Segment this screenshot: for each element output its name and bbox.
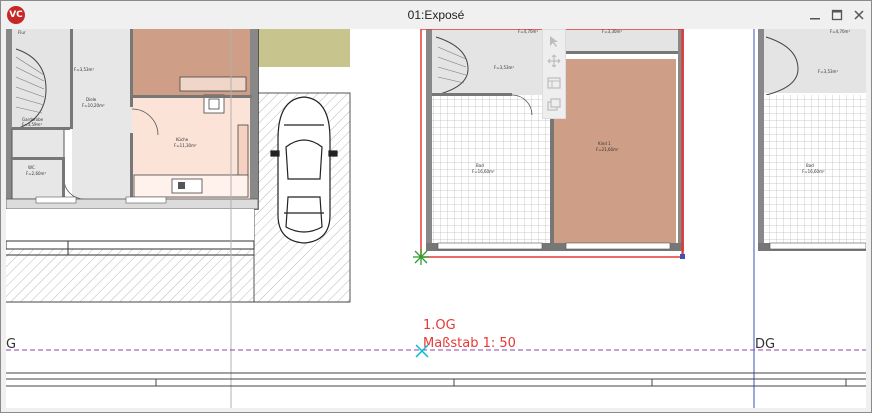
title-block: [6, 372, 866, 387]
drawing-canvas[interactable]: Flur Diele F=10,20m² F=3,53m² Garderobe …: [6, 29, 866, 408]
label-anchor-marker[interactable]: [415, 344, 429, 358]
room-label-wc: WC: [28, 165, 35, 170]
room-label-kueche: Küche: [176, 137, 189, 142]
room-area-right-stair: F=3,53m²: [818, 69, 838, 74]
right-floor-label: DG: [755, 337, 775, 352]
room-label-bad: Bad: [476, 163, 484, 168]
minimize-icon: [810, 18, 820, 20]
mini-toolbar-cursor[interactable]: [545, 32, 563, 50]
room-garderobe: [11, 128, 65, 160]
room-area-right-bad: F=16,60m²: [802, 169, 825, 174]
copy-icon: [547, 98, 561, 111]
room-area-right-flur: F=4,70m²: [830, 29, 850, 34]
title-bar: VC 01:Exposé: [1, 1, 871, 29]
room-label-right-bad: Bad: [806, 163, 814, 168]
mini-toolbar: [542, 29, 566, 119]
room-diele: [72, 29, 132, 199]
room-area-kind: F=21,60m²: [596, 147, 619, 152]
app-window: VC 01:Exposé Flur Diele F=10,20m² F=3,53…: [0, 0, 872, 413]
room-area-stair: F=3,53m²: [74, 67, 94, 72]
room-area-diele: F=10,20m²: [82, 103, 105, 108]
room-label-diele: Diele: [86, 97, 97, 102]
mini-toolbar-copy[interactable]: [545, 96, 563, 114]
scale-label[interactable]: Maßstab 1: 50: [423, 336, 516, 351]
layout-icon: [547, 77, 561, 89]
floor-plan: Flur Diele F=10,20m² F=3,53m² Garderobe …: [6, 29, 866, 408]
anchor-marker[interactable]: [413, 249, 429, 265]
move-icon: [547, 54, 561, 68]
room-area-kueche: F=11,30m²: [174, 143, 197, 148]
left-floor-label: G: [6, 337, 16, 352]
car-symbol: [270, 96, 338, 244]
mini-toolbar-layout[interactable]: [545, 74, 563, 92]
room-area-bad: F=16,60m²: [472, 169, 495, 174]
room-wc: [11, 158, 65, 200]
room-area-stair-mid: F=3,53m²: [494, 65, 514, 70]
close-button[interactable]: [849, 5, 869, 25]
mini-toolbar-move[interactable]: [545, 52, 563, 70]
green-area: [258, 29, 350, 67]
floor-label[interactable]: 1.OG: [423, 318, 456, 333]
room-label-kind: Kind 1: [598, 141, 611, 146]
maximize-button[interactable]: [827, 5, 847, 25]
window-title: 01:Exposé: [407, 8, 465, 22]
room-area-garderobe: F=3,59m²: [22, 122, 42, 127]
close-icon: [854, 10, 864, 20]
minimize-button[interactable]: [805, 5, 825, 25]
room-label-flur: Flur: [18, 30, 26, 35]
room-area-wc: F=2,60m²: [26, 171, 46, 176]
cursor-icon: [550, 36, 558, 47]
maximize-icon: [831, 9, 843, 21]
